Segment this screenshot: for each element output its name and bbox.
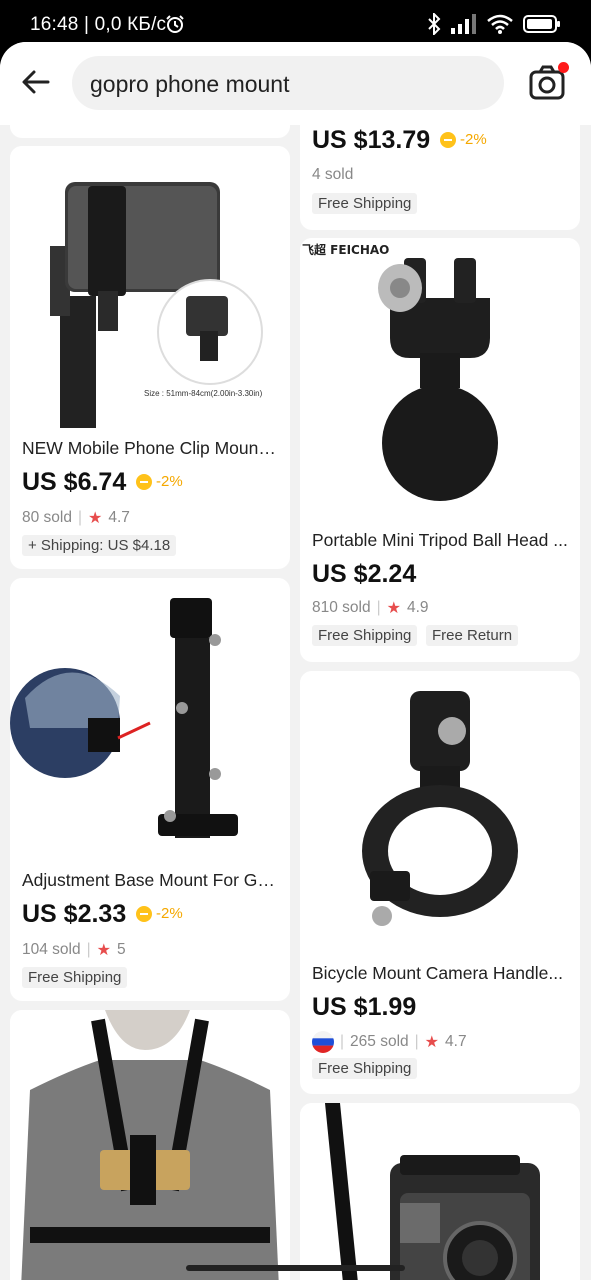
discount-badge: -2% (136, 905, 183, 922)
star-icon: ★ (386, 600, 401, 617)
phone-clip-image: Size : 51mm-84cm(2.00in-3.30in) (50, 182, 263, 428)
shipping-tag: Free Shipping (312, 193, 418, 214)
battery-icon (523, 15, 560, 33)
coin-icon (440, 131, 456, 148)
bluetooth-icon (428, 13, 441, 35)
product-meta: 80 sold | ★ 4.7 (22, 509, 130, 527)
star-icon: ★ (88, 510, 103, 527)
product-card[interactable]: Size : 51mm-84cm(2.00in-3.30in) NEW Mobi… (10, 146, 290, 569)
product-price: US $1.99 (312, 993, 417, 1021)
product-meta: 810 sold | ★ 4.9 (312, 599, 429, 617)
product-image[interactable]: Size : 51mm-84cm(2.00in-3.30in) (10, 146, 290, 428)
product-title: Portable Mini Tripod Ball Head ... (312, 530, 568, 550)
search-input[interactable]: gopro phone mount (72, 56, 504, 110)
product-price: US $6.74 (22, 468, 127, 496)
product-title: NEW Mobile Phone Clip Mount ... (22, 438, 280, 458)
product-title: Adjustment Base Mount For Go... (22, 870, 280, 890)
search-header: gopro phone mount (0, 42, 591, 125)
shipping-tag: + Shipping: US $4.18 (22, 535, 177, 556)
product-image[interactable] (300, 1103, 580, 1280)
product-card[interactable] (10, 1010, 290, 1280)
app-screen: gopro phone mount Size : 51mm-84cm(2.00i… (0, 42, 591, 1280)
star-icon: ★ (424, 1034, 440, 1051)
product-meta: 104 sold | ★ 5 (22, 941, 126, 959)
product-card[interactable]: Bicycle Mount Camera Handle... US $1.99 … (300, 671, 580, 1094)
product-image[interactable] (10, 578, 290, 860)
base-mount-image (10, 598, 238, 838)
discount-badge: -2% (440, 131, 487, 148)
product-price: US $13.79 (312, 126, 431, 154)
russia-flag-icon (312, 1031, 334, 1053)
image-caption: Size : 51mm-84cm(2.00in-3.30in) (144, 389, 263, 398)
notification-dot (558, 62, 569, 73)
product-title: Bicycle Mount Camera Handle... (312, 963, 563, 983)
wifi-icon (487, 14, 513, 34)
shipping-tag: Free Shipping (312, 625, 418, 646)
coin-icon (136, 473, 152, 490)
discount-badge: -2% (136, 473, 183, 490)
gopro-camera-image (325, 1103, 540, 1280)
product-meta: 4 sold (312, 166, 354, 183)
product-price: US $2.24 (312, 560, 417, 588)
chest-strap-image (21, 1010, 279, 1280)
product-card[interactable] (300, 1103, 580, 1280)
shipping-tag: Free Shipping (312, 1058, 418, 1079)
search-query: gopro phone mount (90, 71, 290, 97)
back-arrow-icon[interactable] (18, 64, 54, 100)
bicycle-mount-image (362, 691, 518, 926)
product-meta: | 265 sold | ★ 4.7 (312, 1031, 467, 1053)
status-time: 16:48 | 0,0 КБ/с (30, 14, 167, 35)
gesture-bar[interactable] (186, 1265, 405, 1271)
product-image[interactable] (10, 1010, 290, 1280)
product-card[interactable]: 飞超 FEICHAO Portable Mini Tripod Ball Hea… (300, 238, 580, 662)
product-image[interactable]: 飞超 FEICHAO (300, 238, 580, 520)
star-icon: ★ (96, 942, 111, 959)
signal-icon (451, 14, 476, 34)
shipping-tag: Free Shipping (22, 967, 128, 988)
product-price: US $2.33 (22, 900, 127, 928)
product-card[interactable]: Adjustment Base Mount For Go... US $2.33… (10, 578, 290, 1001)
alarm-icon (166, 15, 184, 33)
coin-icon (136, 905, 152, 922)
ball-head-image: 飞超 FEICHAO (302, 242, 498, 501)
brand-logo: 飞超 FEICHAO (302, 242, 389, 257)
return-tag: Free Return (426, 625, 519, 646)
product-image[interactable] (300, 671, 580, 953)
